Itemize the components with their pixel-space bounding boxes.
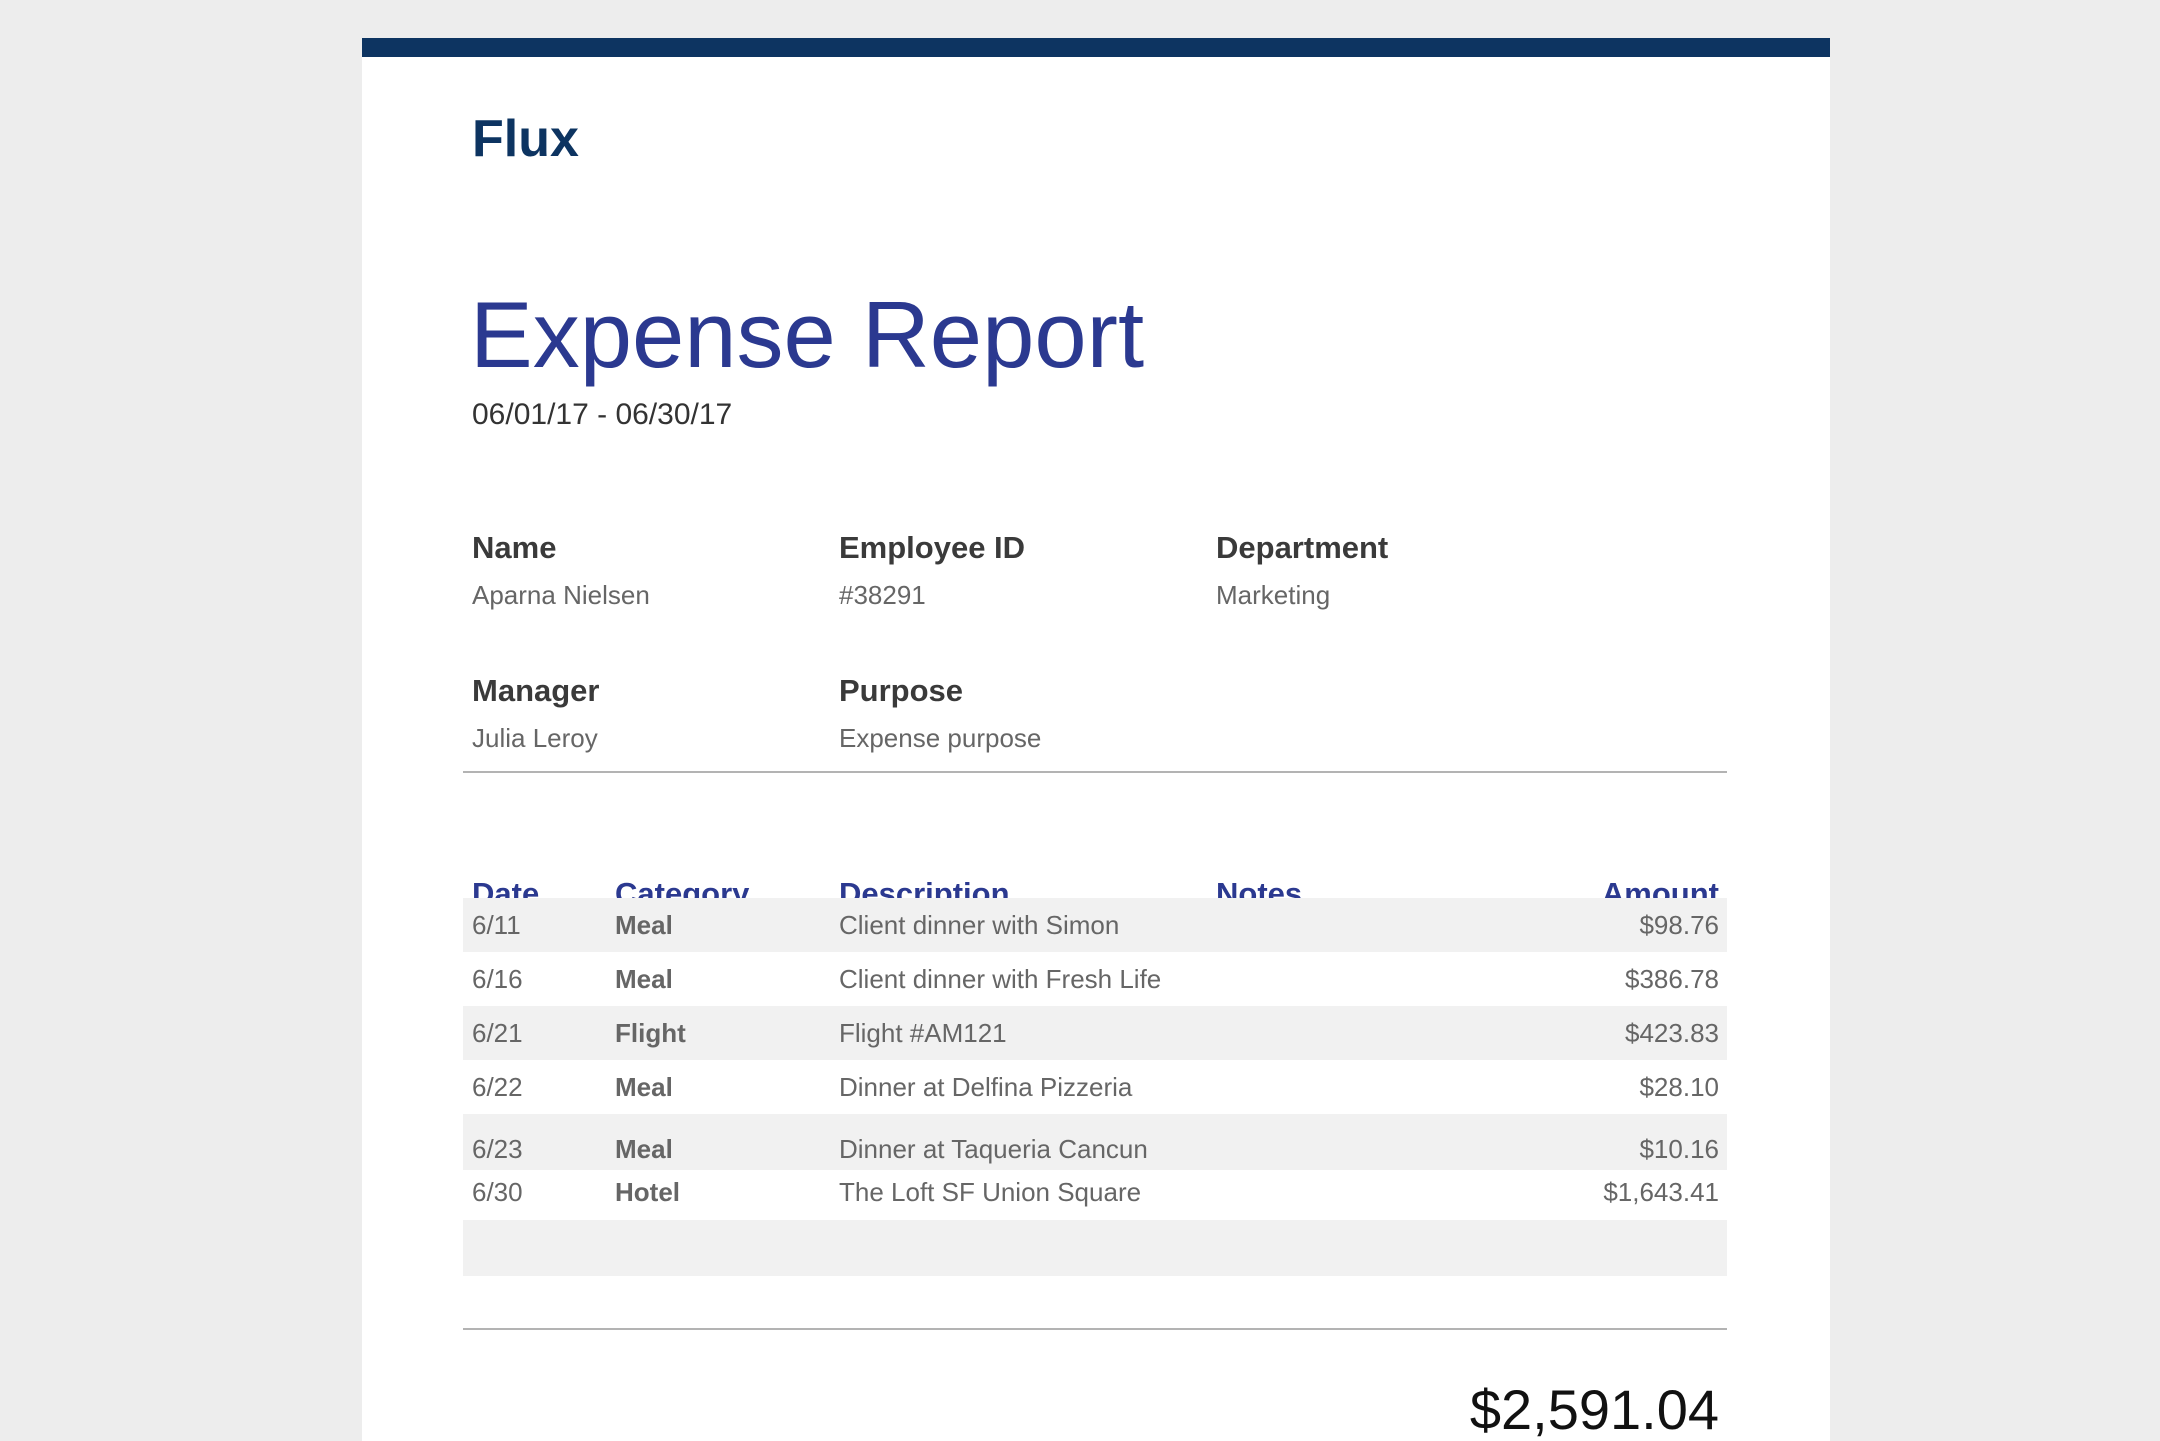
total-divider <box>463 1328 1727 1330</box>
row-description: Client dinner with Fresh Life <box>839 964 1162 994</box>
report-title: Expense Report <box>470 282 1145 387</box>
table-row: 6/30 Hotel The Loft SF Union Square $1,6… <box>463 1170 1727 1220</box>
name-label: Name <box>472 530 557 565</box>
company-logo: Flux <box>472 110 579 168</box>
row-amount: $98.76 <box>1639 910 1719 940</box>
row-amount: $386.78 <box>1625 964 1719 994</box>
row-amount: $28.10 <box>1639 1072 1719 1102</box>
row-category: Hotel <box>615 1177 680 1207</box>
row-date: 6/22 <box>472 1072 523 1102</box>
table-row: 6/16 Meal Client dinner with Fresh Life … <box>463 952 1727 1006</box>
table-row: 6/23 Meal Dinner at Taqueria Cancun $10.… <box>463 1114 1727 1170</box>
row-description: Dinner at Delfina Pizzeria <box>839 1072 1133 1102</box>
row-category: Meal <box>615 1072 673 1102</box>
manager-label: Manager <box>472 673 600 708</box>
expense-report-page: Flux Expense Report 06/01/17 - 06/30/17 … <box>362 38 1830 1441</box>
row-category: Meal <box>615 910 673 940</box>
employee-id-value: #38291 <box>839 580 926 610</box>
department-value: Marketing <box>1216 580 1331 610</box>
row-amount: $423.83 <box>1625 1018 1719 1048</box>
purpose-label: Purpose <box>839 673 964 708</box>
manager-value: Julia Leroy <box>472 723 598 753</box>
row-amount: $1,643.41 <box>1603 1177 1719 1207</box>
total-amount: $2,591.04 <box>1469 1378 1719 1441</box>
report-period: 06/01/17 - 06/30/17 <box>472 398 733 431</box>
row-amount: $10.16 <box>1639 1133 1719 1164</box>
table-row: 6/22 Meal Dinner at Delfina Pizzeria $28… <box>463 1060 1727 1114</box>
row-description: Flight #AM121 <box>839 1018 1007 1048</box>
row-category: Meal <box>615 1133 673 1164</box>
row-description: Client dinner with Simon <box>839 910 1120 940</box>
row-category: Flight <box>615 1018 686 1048</box>
table-row: 6/21 Flight Flight #AM121 $423.83 <box>463 1006 1727 1060</box>
row-date: 6/21 <box>472 1018 523 1048</box>
table-row: 6/11 Meal Client dinner with Simon $98.7… <box>463 898 1727 952</box>
header-accent-bar <box>362 38 1830 57</box>
purpose-value: Expense purpose <box>839 723 1042 753</box>
department-label: Department <box>1216 530 1389 565</box>
row-description: Dinner at Taqueria Cancun <box>839 1133 1148 1164</box>
row-category: Meal <box>615 964 673 994</box>
row-date: 6/16 <box>472 964 523 994</box>
table-row-empty <box>463 1220 1727 1276</box>
row-date: 6/23 <box>472 1133 523 1164</box>
name-value: Aparna Nielsen <box>472 580 650 610</box>
row-date: 6/11 <box>472 910 521 940</box>
section-divider <box>463 771 1727 773</box>
employee-id-label: Employee ID <box>839 530 1026 565</box>
row-description: The Loft SF Union Square <box>839 1177 1142 1207</box>
row-date: 6/30 <box>472 1177 523 1207</box>
